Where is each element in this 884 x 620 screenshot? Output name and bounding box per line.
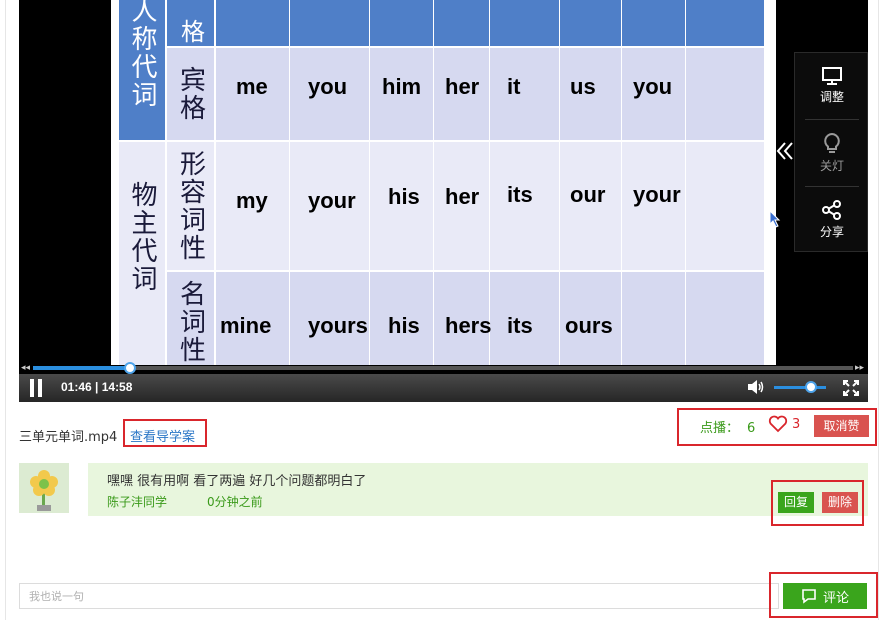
adjust-label: 调整 xyxy=(819,90,844,104)
comment-timestamp: 0分钟之前 xyxy=(207,495,263,509)
reply-button[interactable]: 回复 xyxy=(778,492,814,513)
side-panel: 调整 关灯 分享 xyxy=(794,52,868,252)
play-count-label: 点播： xyxy=(700,421,740,436)
person-pronoun-label: 人称代词 xyxy=(127,0,157,109)
heart-icon[interactable] xyxy=(768,415,788,433)
rewind-icon[interactable]: ◂◂ xyxy=(21,362,30,374)
video-frame: 人称代词 格 宾格 物主代词 形容词性 名词性 me you him her i… xyxy=(111,0,776,365)
word-cell: your xyxy=(308,188,356,213)
column-divider xyxy=(369,0,370,365)
objective-label-cell: 宾格 xyxy=(167,48,214,140)
word-cell: his xyxy=(388,313,420,338)
case-header-cell: 格 xyxy=(167,0,214,46)
lightbulb-icon xyxy=(824,132,840,153)
monitor-icon xyxy=(822,67,842,85)
share-label: 分享 xyxy=(819,225,844,239)
possessive-header-cell: 物主代词 xyxy=(119,142,165,365)
objective-row xyxy=(216,48,764,140)
speech-bubble-icon xyxy=(802,588,816,604)
submit-comment-label: 评论 xyxy=(822,590,849,606)
adjective-row xyxy=(216,142,764,270)
word-cell: her xyxy=(445,184,480,209)
column-divider xyxy=(621,0,622,365)
comment-author[interactable]: 陈子沣同学 xyxy=(107,493,167,510)
progress-handle[interactable] xyxy=(124,362,136,374)
word-cell: us xyxy=(570,74,596,99)
word-cell: me xyxy=(236,74,268,99)
word-cell: him xyxy=(382,74,422,99)
fullscreen-icon[interactable] xyxy=(843,380,859,396)
lights-off-button[interactable]: 关灯 xyxy=(795,120,868,186)
adjust-button[interactable]: 调整 xyxy=(795,53,868,119)
column-divider xyxy=(289,0,290,365)
progress-fill xyxy=(33,366,130,370)
fast-forward-icon[interactable]: ▸▸ xyxy=(855,362,864,374)
volume-handle[interactable] xyxy=(805,381,817,393)
pause-button[interactable] xyxy=(29,379,43,397)
adjective-label-cell: 形容词性 xyxy=(167,142,214,270)
comment-item: 嘿嘿 很有用啊 看了两遍 好几个问题都明白了 陈子沣同学 0分钟之前 xyxy=(88,463,868,516)
delete-button[interactable]: 删除 xyxy=(822,492,858,513)
double-chevron-left-icon xyxy=(776,142,793,160)
play-count-value: 6 xyxy=(747,421,756,436)
word-cell: you xyxy=(633,74,673,99)
noun-label: 名词性 xyxy=(175,279,206,364)
control-bar: 01:46 | 14:58 xyxy=(19,374,868,402)
mouse-cursor-icon xyxy=(769,210,781,228)
column-divider xyxy=(433,0,434,365)
word-cell: it xyxy=(507,74,521,99)
avatar xyxy=(19,463,69,513)
progress-row: ◂◂ ▸▸ xyxy=(19,362,868,374)
noun-label-cell: 名词性 xyxy=(167,272,214,365)
word-cell: its xyxy=(507,313,533,338)
word-cell: my xyxy=(236,188,268,213)
word-cell: his xyxy=(388,184,420,209)
video-filename: 三单元单词.mp4 xyxy=(19,430,118,445)
submit-comment-button[interactable]: 评论 xyxy=(783,583,867,609)
collapse-panel-button[interactable] xyxy=(776,140,794,164)
play-count: 点播： 6 xyxy=(700,417,755,436)
case-label: 格 xyxy=(176,19,205,45)
column-divider xyxy=(685,0,686,365)
word-cell: you xyxy=(308,74,348,99)
share-button[interactable]: 分享 xyxy=(795,187,868,253)
lights-off-label: 关灯 xyxy=(819,159,844,173)
pronoun-header-cell: 人称代词 xyxy=(119,0,165,140)
word-cell: its xyxy=(507,182,533,207)
comment-input[interactable] xyxy=(19,583,779,609)
progress-bar[interactable] xyxy=(33,362,853,374)
volume-slider[interactable] xyxy=(774,386,826,389)
volume-icon[interactable] xyxy=(747,379,765,395)
view-guide-link[interactable]: 查看导学案 xyxy=(130,426,195,445)
share-icon xyxy=(822,200,841,220)
word-cell: hers xyxy=(445,313,492,338)
word-cell: her xyxy=(445,74,480,99)
word-cell: yours xyxy=(308,313,368,338)
word-cell: your xyxy=(633,182,681,207)
header-row-cells xyxy=(216,0,764,46)
word-cell: our xyxy=(570,182,606,207)
word-cell: mine xyxy=(220,313,272,338)
video-player[interactable]: 人称代词 格 宾格 物主代词 形容词性 名词性 me you him her i… xyxy=(19,0,868,402)
adjective-label: 形容词性 xyxy=(175,150,206,262)
column-divider xyxy=(559,0,560,365)
possessive-pronoun-label: 物主代词 xyxy=(127,180,157,293)
flower-avatar-icon xyxy=(19,463,69,513)
pause-icon xyxy=(30,379,34,397)
time-display: 01:46 | 14:58 xyxy=(61,380,133,394)
comment-text: 嘿嘿 很有用啊 看了两遍 好几个问题都明白了 xyxy=(107,474,367,489)
like-count: 3 xyxy=(792,417,801,432)
cancel-like-button[interactable]: 取消赞 xyxy=(814,415,869,437)
column-divider xyxy=(489,0,490,365)
objective-label: 宾格 xyxy=(175,66,206,122)
word-cell: ours xyxy=(565,313,613,338)
